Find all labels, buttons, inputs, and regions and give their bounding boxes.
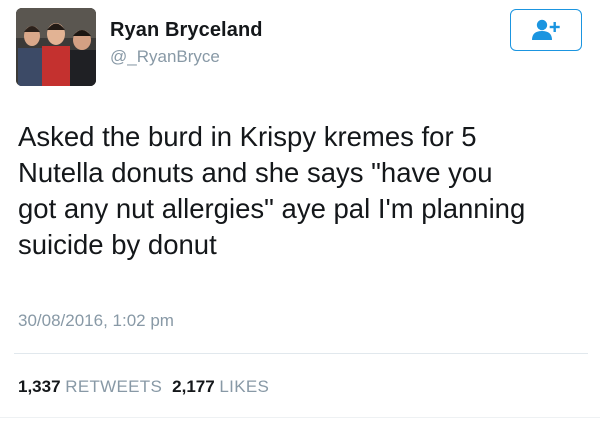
tweet-text-line: suicide by donut: [18, 229, 217, 260]
tweet-text-line: got any nut allergies" aye pal I'm plann…: [18, 193, 526, 224]
user-handle[interactable]: @_RyanBryce: [110, 47, 220, 67]
bottom-divider: [0, 417, 600, 418]
tweet-stats: 1,337 RETWEETS 2,177 LIKES: [18, 377, 269, 397]
tweet-text: Asked the burd in Krispy kremes for 5 Nu…: [18, 119, 588, 263]
avatar[interactable]: [16, 8, 96, 86]
tweet-card: Ryan Bryceland @_RyanBryce Asked the bur…: [0, 0, 600, 423]
retweets-label: RETWEETS: [65, 377, 163, 396]
retweets-stat[interactable]: 1,337 RETWEETS: [18, 377, 162, 396]
tweet-text-line: Asked the burd in Krispy kremes for 5: [18, 121, 477, 152]
likes-stat[interactable]: 2,177 LIKES: [172, 377, 269, 396]
likes-count: 2,177: [172, 377, 215, 396]
tweet-timestamp[interactable]: 30/08/2016, 1:02 pm: [18, 311, 174, 331]
avatar-photo: [16, 8, 96, 86]
add-user-icon: [532, 19, 560, 40]
follow-button[interactable]: [510, 9, 582, 51]
display-name[interactable]: Ryan Bryceland: [110, 19, 263, 42]
divider: [14, 353, 588, 354]
tweet-text-line: Nutella donuts and she says "have you: [18, 157, 493, 188]
likes-label: LIKES: [219, 377, 270, 396]
retweets-count: 1,337: [18, 377, 61, 396]
